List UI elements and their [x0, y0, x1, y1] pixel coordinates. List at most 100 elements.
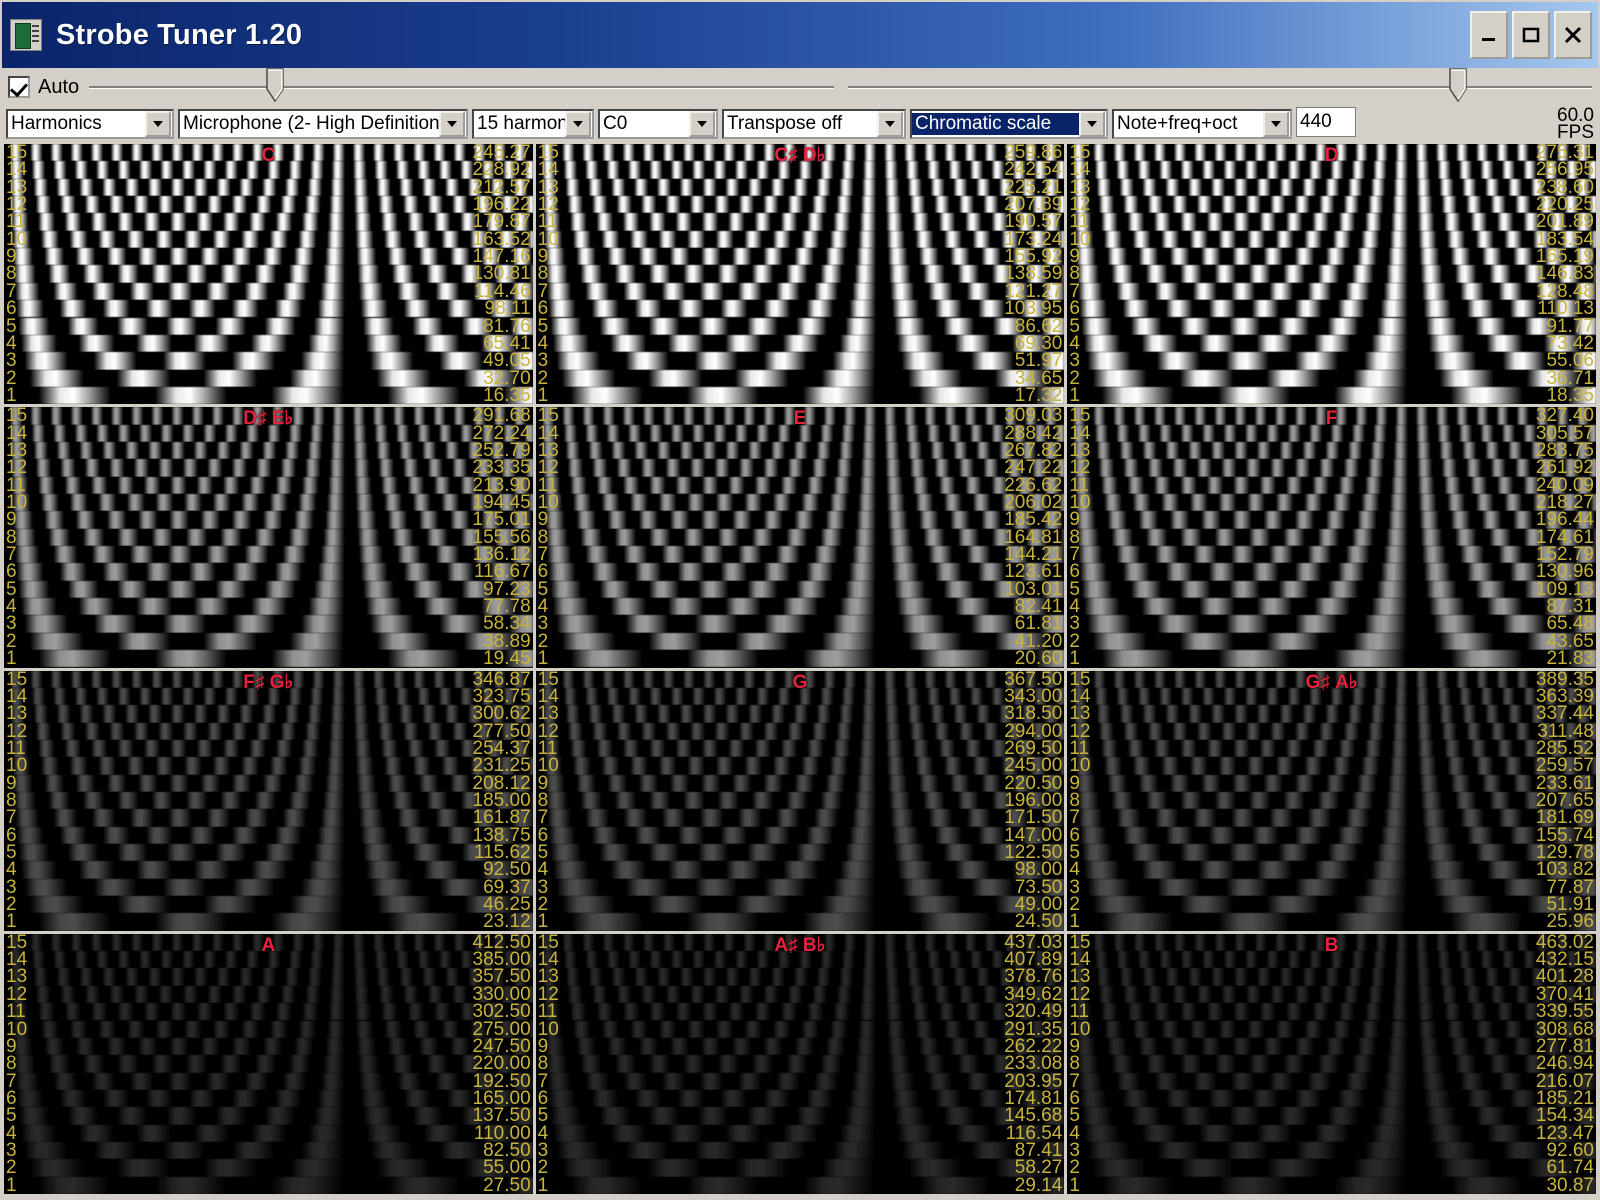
strobe-panel-Dsharp-Eflat[interactable]: D♯ E♭ 15 14 13 12 11 10 9 8 7 6 5 4 3 2 1 291.68 272.24 25… — [4, 407, 533, 668]
harmonic-frequency: 220.00 — [472, 1053, 531, 1075]
chevron-down-icon[interactable] — [439, 111, 465, 137]
harmonic-number: 6 — [6, 298, 17, 320]
harmonic-frequency: 259.57 — [1535, 755, 1594, 777]
note-label: D♯ E♭ — [243, 408, 294, 430]
minimize-icon[interactable] — [1470, 11, 1508, 59]
harmonic-number: 2 — [1069, 1157, 1080, 1179]
harmonic-frequency: 36.71 — [1546, 367, 1594, 389]
harmonic-number: 10 — [1069, 1018, 1091, 1040]
strobe-panel-B[interactable]: B 15 14 13 12 11 10 9 8 7 6 5 4 3 2 1 463.02 432.15 401.28… — [1067, 933, 1596, 1194]
harmonic-frequency: 179.87 — [472, 211, 531, 233]
auto-checkbox[interactable] — [8, 76, 30, 98]
harmonic-number-column: 15 14 13 12 11 10 9 8 7 6 5 4 3 2 1 — [6, 407, 40, 667]
harmonic-number: 13 — [6, 703, 28, 725]
transpose-select-value: Transpose off — [727, 113, 843, 134]
close-icon[interactable] — [1554, 11, 1592, 59]
harmonic-frequency: 110.13 — [1537, 298, 1594, 320]
scale-select[interactable]: Chromatic scale — [910, 109, 1108, 139]
input-device-select[interactable]: Microphone (2- High Definition — [178, 109, 468, 139]
harmonic-frequency: 308.68 — [1535, 1018, 1594, 1040]
harmonic-number: 12 — [537, 457, 559, 479]
harmonic-frequency: 58.27 — [1014, 1157, 1063, 1179]
harmonic-number: 13 — [1069, 703, 1091, 725]
harmonic-number: 5 — [1069, 1105, 1080, 1127]
chevron-down-icon[interactable] — [1079, 111, 1105, 137]
strobe-panel-C[interactable]: C 15 14 13 12 11 10 9 8 7 6 5 4 3 2 1 245.27 228.92 212.57… — [4, 144, 533, 405]
harmonic-number: 13 — [537, 703, 559, 725]
harmonic-number: 1 — [1069, 911, 1080, 931]
display-mode-select[interactable]: Note+freq+oct — [1112, 109, 1292, 139]
harmonic-number-column: 15 14 13 12 11 10 9 8 7 6 5 4 3 2 1 — [538, 407, 572, 667]
harmonic-frequency: 233.08 — [1004, 1053, 1063, 1075]
brightness-slider[interactable] — [89, 68, 834, 106]
strobe-panel-F[interactable]: F 15 14 13 12 11 10 9 8 7 6 5 4 3 2 1 327.40 305.57 283.75… — [1067, 407, 1596, 668]
harmonic-frequency: 401.28 — [1535, 966, 1594, 988]
harmonic-frequency: 171.50 — [1004, 807, 1063, 829]
note-label: A — [261, 934, 276, 956]
note-label: C♯ D♭ — [774, 145, 826, 166]
scale-select-value: Chromatic scale — [912, 113, 1079, 135]
harmonic-frequency-column: 463.02 432.15 401.28 370.41 339.55 308.68 277.… — [1508, 934, 1594, 1194]
auto-checkbox-group[interactable]: Auto — [8, 76, 79, 99]
chevron-down-icon[interactable] — [145, 111, 171, 137]
chevron-down-icon[interactable] — [877, 111, 903, 137]
chevron-down-icon[interactable] — [689, 111, 715, 137]
harmonic-frequency: 275.00 — [472, 1018, 531, 1040]
note-label: C — [261, 145, 276, 166]
strobe-panel-Gsharp-Aflat[interactable]: G♯ A♭ 15 14 13 12 11 10 9 8 7 6 5 4 3 2 1 389.35 363.39 33… — [1067, 670, 1596, 931]
chevron-down-icon[interactable] — [1263, 111, 1289, 137]
harmonic-frequency: 245.00 — [1004, 755, 1063, 777]
strobe-panel-E[interactable]: E 15 14 13 12 11 10 9 8 7 6 5 4 3 2 1 309.03 288.42 267.82… — [535, 407, 1065, 668]
harmonic-frequency: 291.35 — [1004, 1018, 1063, 1040]
harmonic-number: 1 — [537, 1174, 549, 1194]
chevron-down-icon[interactable] — [565, 111, 591, 137]
harmonic-number: 3 — [6, 613, 17, 635]
harmonic-frequency-column: 437.03 407.89 378.76 349.62 320.49 291.35 262.… — [976, 934, 1062, 1194]
harmonic-number: 2 — [6, 1157, 17, 1179]
harmonic-number: 8 — [537, 263, 549, 285]
harmonic-number: 5 — [537, 1105, 549, 1127]
reference-pitch-input[interactable] — [1296, 107, 1356, 137]
harmonics-count-select[interactable]: 15 harmonic — [472, 109, 594, 139]
harmonic-frequency: 23.12 — [483, 911, 531, 931]
strobe-panel-Csharp-Dflat[interactable]: C♯ D♭ 15 14 13 12 11 10 9 8 7 6 5 4 3 2 1 259.86 242.54 22… — [535, 144, 1065, 405]
harmonic-frequency: 320.49 — [1004, 1001, 1063, 1023]
harmonic-number: 2 — [537, 1157, 549, 1179]
harmonic-number: 7 — [537, 807, 549, 829]
harmonic-number-column: 15 14 13 12 11 10 9 8 7 6 5 4 3 2 1 — [538, 144, 572, 404]
maximize-icon[interactable] — [1512, 11, 1550, 59]
harmonic-frequency: 32.70 — [483, 367, 531, 389]
transpose-select[interactable]: Transpose off — [722, 109, 906, 139]
harmonic-frequency: 18.35 — [1546, 384, 1594, 405]
note-label: G♯ A♭ — [1305, 671, 1358, 693]
harmonic-number: 11 — [6, 211, 26, 233]
harmonic-number: 1 — [537, 384, 549, 405]
harmonic-frequency: 17.32 — [1014, 384, 1063, 405]
harmonic-frequency: 294.00 — [1004, 720, 1063, 742]
brightness-slider-track[interactable] — [89, 86, 834, 89]
strobe-panel-Asharp-Bflat[interactable]: A♯ B♭ 15 14 13 12 11 10 9 8 7 6 5 4 3 2 1 437.03 407.89 37… — [535, 933, 1065, 1194]
strobe-panel-D[interactable]: D 15 14 13 12 11 10 9 8 7 6 5 4 3 2 1 275.31 256.95 238.60… — [1067, 144, 1596, 405]
strobe-panel-G[interactable]: G 15 14 13 12 11 10 9 8 7 6 5 4 3 2 1 367.50 343.00 318.50… — [535, 670, 1065, 931]
harmonic-number: 4 — [537, 859, 549, 881]
harmonic-frequency: 300.62 — [472, 703, 531, 725]
harmonic-number: 7 — [6, 1070, 17, 1092]
harmonic-number: 6 — [537, 298, 549, 320]
strobe-panel-Fsharp-Gflat[interactable]: F♯ G♭ 15 14 13 12 11 10 9 8 7 6 5 4 3 2 1 346.87 323.75 30… — [4, 670, 533, 931]
harmonic-frequency-column: 309.03 288.42 267.82 247.22 226.62 206.02 185.… — [976, 407, 1062, 667]
harmonic-number-column: 15 14 13 12 11 10 9 8 7 6 5 4 3 2 1 — [538, 934, 572, 1194]
sensitivity-slider-track[interactable] — [847, 86, 1592, 89]
harmonic-frequency: 55.06 — [1546, 350, 1594, 372]
harmonic-frequency: 192.50 — [472, 1070, 531, 1092]
harmonic-number: 11 — [6, 1001, 26, 1023]
octave-select[interactable]: C0 — [598, 109, 718, 139]
sensitivity-slider[interactable] — [847, 68, 1592, 106]
brightness-slider-thumb[interactable] — [266, 68, 284, 102]
sensitivity-slider-thumb[interactable] — [1449, 68, 1467, 102]
harmonic-frequency: 123.61 — [1004, 561, 1063, 583]
strobe-panel-A[interactable]: A 15 14 13 12 11 10 9 8 7 6 5 4 3 2 1 412.50 385.00 357.50… — [4, 933, 533, 1194]
harmonic-frequency: 196.44 — [1535, 509, 1594, 531]
mode-select[interactable]: Harmonics — [6, 109, 174, 139]
harmonic-frequency: 161.87 — [472, 807, 531, 829]
